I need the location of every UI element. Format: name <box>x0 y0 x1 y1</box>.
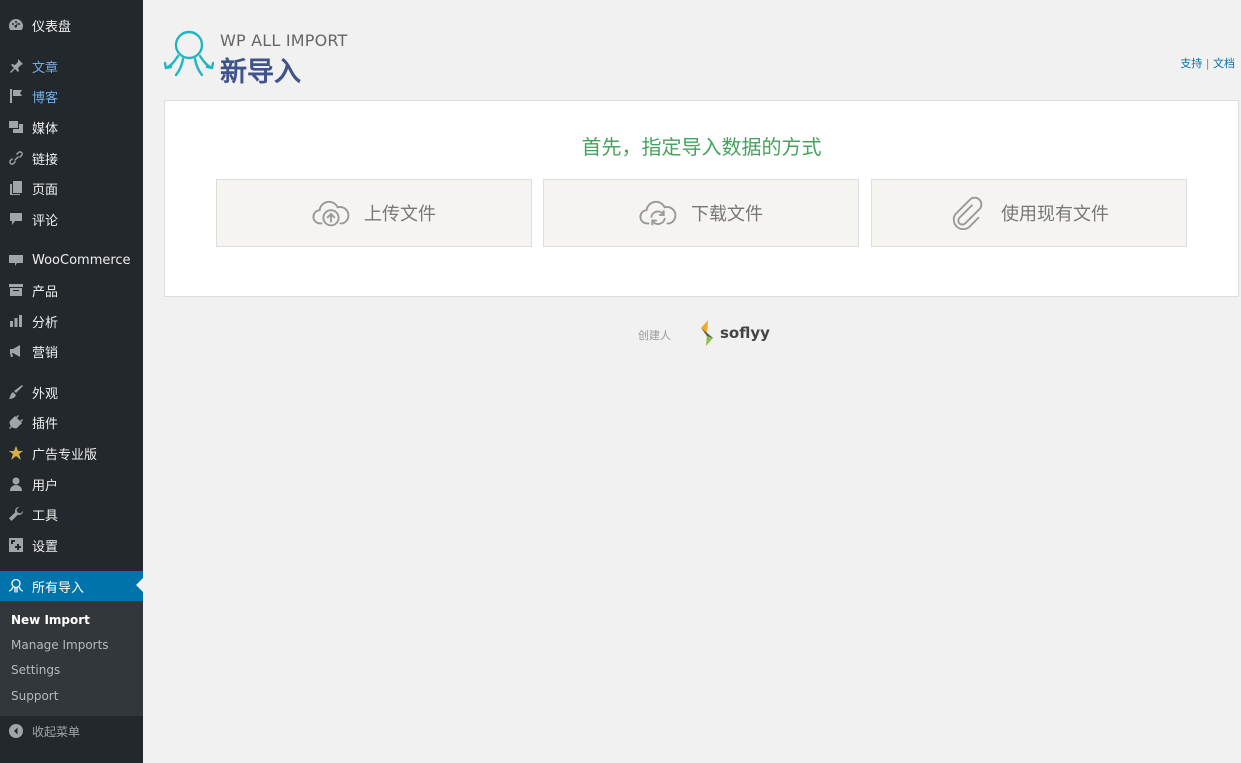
cloud-upload-icon <box>312 200 350 227</box>
sidebar-item-label: 分析 <box>32 315 59 331</box>
woo-icon <box>0 246 32 274</box>
submenu-settings[interactable]: Settings <box>11 663 60 677</box>
sidebar-item-plugins[interactable]: 插件 <box>0 408 143 436</box>
soflyy-brand-text: soflyy <box>720 324 770 342</box>
sidebar-item-label: 仪表盘 <box>32 19 72 35</box>
sidebar-item-media[interactable]: 媒体 <box>0 113 143 141</box>
link-icon <box>0 144 32 172</box>
sidebar-item-label: 设置 <box>32 539 59 555</box>
star-icon <box>0 439 32 467</box>
submenu-support[interactable]: Support <box>11 689 58 703</box>
sidebar-item-label: 评论 <box>32 213 59 229</box>
plugin-icon <box>0 408 32 436</box>
links-separator: | <box>1205 57 1210 70</box>
sidebar-item-blog[interactable]: 博客 <box>0 82 143 110</box>
dashboard-icon <box>0 11 32 39</box>
help-links: 支持 | 文档 <box>1180 55 1235 71</box>
submenu-new-import[interactable]: New Import <box>11 613 90 627</box>
brush-icon <box>0 378 32 406</box>
sidebar-item-analytics[interactable]: 分析 <box>0 307 143 335</box>
wp-all-import-logo: WP ALL IMPORT 新导入 <box>164 28 354 88</box>
paperclip-icon <box>952 196 983 230</box>
use-existing-file-button[interactable]: 使用现有文件 <box>871 179 1187 247</box>
sidebar-item-marketing[interactable]: 营销 <box>0 337 143 365</box>
sidebar-item-label: 媒体 <box>32 121 59 137</box>
chart-icon <box>0 307 32 335</box>
media-icon <box>0 113 32 141</box>
comment-icon <box>0 205 32 233</box>
settings-icon <box>0 531 32 559</box>
flag-icon <box>0 82 32 110</box>
sidebar-item-label: 工具 <box>32 508 59 524</box>
active-indicator <box>136 578 143 592</box>
sidebar-item-label: 页面 <box>32 182 59 198</box>
soflyy-logo[interactable]: soflyy <box>698 319 770 347</box>
sidebar-item-users[interactable]: 用户 <box>0 470 143 498</box>
sidebar-item-label: 文章 <box>32 60 59 76</box>
logo-brand-text: WP ALL IMPORT <box>220 31 348 50</box>
archive-icon <box>0 276 32 304</box>
sidebar-item-settings[interactable]: 设置 <box>0 531 143 559</box>
cloud-sync-icon <box>639 200 677 226</box>
collapse-arrow-icon <box>0 723 32 739</box>
octopus-icon <box>0 572 32 600</box>
submenu-manage-imports[interactable]: Manage Imports <box>11 638 109 652</box>
credit-label: 创建人 <box>638 329 671 342</box>
sidebar-item-label: 外观 <box>32 386 59 402</box>
sidebar-item-dashboard[interactable]: 仪表盘 <box>0 11 143 39</box>
sidebar-item-label: 博客 <box>32 90 59 106</box>
sidebar-item-label: 用户 <box>32 478 59 494</box>
sidebar-item-all-imports[interactable]: 所有导入 <box>0 571 143 601</box>
upload-file-button[interactable]: 上传文件 <box>216 179 532 247</box>
sidebar-item-ads-pro[interactable]: 广告专业版 <box>0 439 143 467</box>
sidebar-item-label: 链接 <box>32 152 59 168</box>
sidebar-item-woocommerce[interactable]: WooCommerce <box>0 246 143 274</box>
collapse-menu-label: 收起菜单 <box>32 724 81 739</box>
sidebar-item-label: 产品 <box>32 284 59 300</box>
megaphone-icon <box>0 337 32 365</box>
sidebar-item-label: 所有导入 <box>32 580 85 596</box>
use-existing-file-label: 使用现有文件 <box>1001 204 1109 225</box>
sidebar-item-comments[interactable]: 评论 <box>0 205 143 233</box>
collapse-menu-button[interactable]: 收起菜单 <box>0 718 143 744</box>
sidebar-item-appearance[interactable]: 外观 <box>0 378 143 406</box>
support-link[interactable]: 支持 <box>1180 57 1202 70</box>
upload-file-label: 上传文件 <box>364 204 436 225</box>
sidebar-item-label: 营销 <box>32 345 59 361</box>
sidebar-item-products[interactable]: 产品 <box>0 276 143 304</box>
sidebar-item-tools[interactable]: 工具 <box>0 500 143 528</box>
sidebar-item-label: 广告专业版 <box>32 447 98 463</box>
all-imports-submenu: New Import Manage Imports Settings Suppo… <box>0 601 143 716</box>
sidebar-item-label: WooCommerce <box>32 252 131 268</box>
import-method-prompt: 首先，指定导入数据的方式 <box>581 135 822 159</box>
page-title: 新导入 <box>220 57 301 88</box>
page-icon <box>0 174 32 202</box>
sidebar-item-links[interactable]: 链接 <box>0 144 143 172</box>
sidebar-item-pages[interactable]: 页面 <box>0 174 143 202</box>
admin-sidebar: 仪表盘 文章 博客 媒体 链接 页面 评论 WooCommerce 产品 分析 <box>0 0 143 763</box>
sidebar-item-label: 插件 <box>32 416 59 432</box>
sidebar-item-posts[interactable]: 文章 <box>0 52 143 80</box>
user-icon <box>0 470 32 498</box>
pin-icon <box>0 52 32 80</box>
octopus-logo-icon <box>164 30 214 77</box>
download-file-button[interactable]: 下载文件 <box>543 179 859 247</box>
wrench-icon <box>0 500 32 528</box>
import-method-panel: 首先，指定导入数据的方式 上传文件 下载文件 使用现有文件 <box>164 100 1239 297</box>
soflyy-mark-icon <box>701 320 713 346</box>
download-file-label: 下载文件 <box>691 204 763 225</box>
docs-link[interactable]: 文档 <box>1213 57 1235 70</box>
